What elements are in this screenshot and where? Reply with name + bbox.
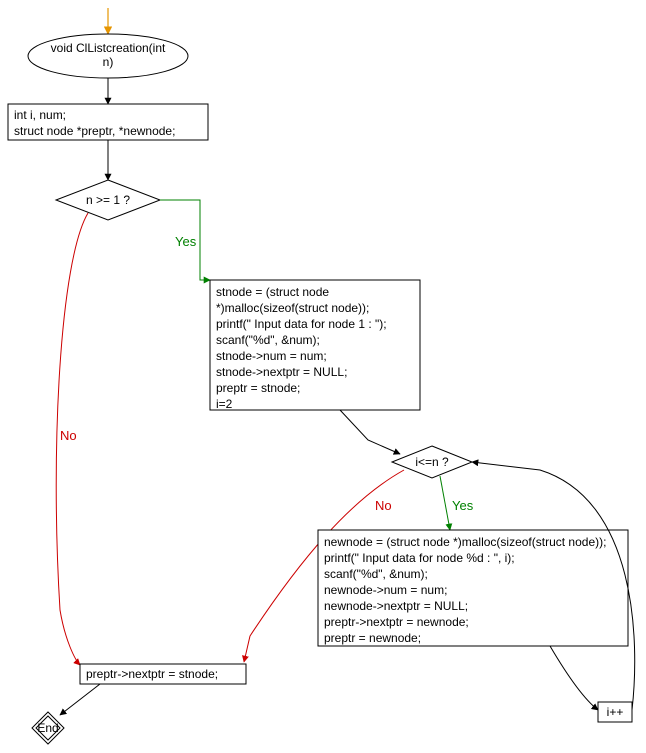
svg-text:printf(" Input data for node 1: printf(" Input data for node 1 : ");: [216, 317, 387, 331]
svg-text:i++: i++: [607, 705, 624, 719]
cond1-node: n >= 1 ?: [56, 180, 160, 220]
svg-text:stnode = (struct node: stnode = (struct node: [216, 285, 329, 299]
block1-node: stnode = (struct node *)malloc(sizeof(st…: [210, 280, 420, 411]
svg-text:newnode->nextptr = NULL;: newnode->nextptr = NULL;: [324, 599, 468, 613]
svg-text:preptr->nextptr = newnode;: preptr->nextptr = newnode;: [324, 615, 469, 629]
edge-block1-cond2: [340, 410, 400, 454]
svg-text:i=2: i=2: [216, 397, 233, 411]
svg-text:preptr->nextptr = stnode;: preptr->nextptr = stnode;: [86, 667, 218, 681]
svg-text:printf(" Input data for node %: printf(" Input data for node %d : ", i);: [324, 551, 515, 565]
svg-text:newnode->num = num;: newnode->num = num;: [324, 583, 447, 597]
svg-text:int i, num;: int i, num;: [14, 108, 66, 122]
cond2-node: i<=n ?: [392, 446, 472, 478]
incr-node: i++: [598, 702, 632, 722]
svg-text:void ClListcreation(int: void ClListcreation(int: [51, 41, 166, 55]
svg-text:*)malloc(sizeof(struct node));: *)malloc(sizeof(struct node));: [216, 301, 369, 315]
label-cond2-yes: Yes: [452, 498, 474, 513]
label-cond2-no: No: [375, 498, 392, 513]
svg-text:newnode = (struct node *)mallo: newnode = (struct node *)malloc(sizeof(s…: [324, 535, 606, 549]
edge-block3-end: [60, 684, 100, 715]
svg-text:n): n): [103, 55, 114, 69]
svg-text:preptr = newnode;: preptr = newnode;: [324, 631, 421, 645]
block2-node: newnode = (struct node *)malloc(sizeof(s…: [318, 530, 628, 646]
svg-text:stnode->nextptr = NULL;: stnode->nextptr = NULL;: [216, 365, 347, 379]
svg-text:i<=n ?: i<=n ?: [415, 455, 449, 469]
decl-node: int i, num; struct node *preptr, *newnod…: [8, 104, 208, 140]
block3-node: preptr->nextptr = stnode;: [80, 664, 246, 684]
edge-block2-incr: [550, 646, 598, 710]
svg-text:scanf("%d", &num);: scanf("%d", &num);: [324, 567, 428, 581]
svg-text:End: End: [37, 721, 58, 735]
start-node: void ClListcreation(int n): [28, 34, 188, 78]
label-cond1-no: No: [60, 428, 77, 443]
edge-cond2-yes: [440, 476, 450, 530]
end-node: End: [32, 712, 64, 744]
svg-text:preptr = stnode;: preptr = stnode;: [216, 381, 300, 395]
svg-text:n >= 1 ?: n >= 1 ?: [86, 193, 130, 207]
svg-text:scanf("%d", &num);: scanf("%d", &num);: [216, 333, 320, 347]
label-cond1-yes: Yes: [175, 234, 197, 249]
svg-text:stnode->num = num;: stnode->num = num;: [216, 349, 327, 363]
svg-text:struct node *preptr, *newnode;: struct node *preptr, *newnode;: [14, 124, 175, 138]
